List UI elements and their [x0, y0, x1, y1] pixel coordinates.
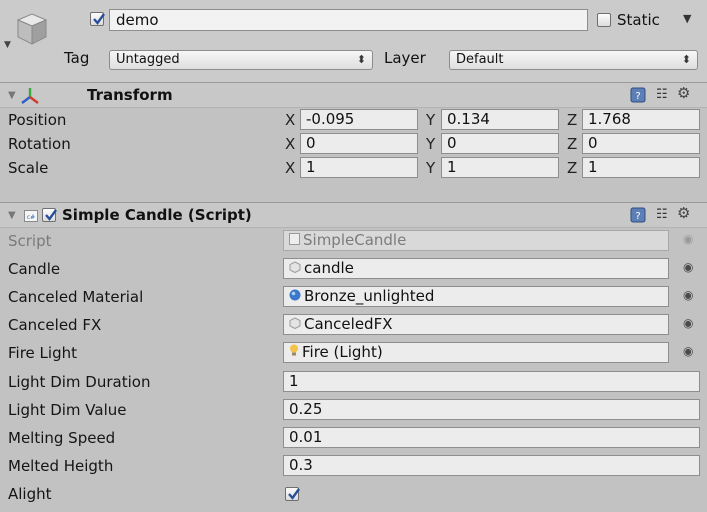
- prefab-icon: [289, 315, 301, 334]
- canceled-material-field[interactable]: Bronze_unlighted: [283, 286, 669, 307]
- light-dim-value-label: Light Dim Value: [8, 401, 127, 419]
- object-picker-icon[interactable]: ◉: [683, 344, 693, 358]
- light-dim-value-field[interactable]: 0.25: [283, 399, 700, 420]
- transform-header[interactable]: ▼ Transform ? ☷ ⚙: [0, 82, 707, 108]
- help-book-icon[interactable]: ?: [630, 207, 646, 227]
- rotation-x-field[interactable]: 0: [300, 133, 418, 154]
- script-value: SimpleCandle: [303, 231, 407, 249]
- canceled-material-label: Canceled Material: [8, 288, 144, 306]
- position-label: Position: [8, 111, 67, 129]
- rotation-y-field[interactable]: 0: [441, 133, 559, 154]
- scale-y-axis: Y: [426, 159, 436, 177]
- prefab-icon: [289, 259, 301, 278]
- position-y-axis: Y: [426, 111, 436, 129]
- position-y-field[interactable]: 0.134: [441, 109, 559, 130]
- svg-text:c#: c#: [27, 214, 35, 221]
- svg-text:?: ?: [635, 211, 640, 222]
- icon-dropdown-arrow-icon[interactable]: ▼: [4, 40, 11, 50]
- alight-checkbox[interactable]: [285, 487, 300, 501]
- presets-icon[interactable]: ☷: [656, 87, 668, 102]
- candle-value: candle: [304, 259, 354, 277]
- static-dropdown-arrow-icon[interactable]: ▼: [683, 12, 691, 25]
- gameobject-cube-icon: [16, 12, 48, 46]
- svg-text:?: ?: [635, 91, 640, 102]
- foldout-arrow-icon[interactable]: ▼: [8, 210, 16, 221]
- static-checkbox[interactable]: [597, 13, 611, 27]
- help-book-icon[interactable]: ?: [630, 87, 646, 107]
- script-label: Script: [8, 232, 52, 250]
- fire-light-label: Fire Light: [8, 344, 77, 362]
- scale-x-field[interactable]: 1: [300, 157, 418, 178]
- presets-icon[interactable]: ☷: [656, 207, 668, 222]
- canceled-material-value: Bronze_unlighted: [304, 287, 435, 305]
- canceled-fx-field[interactable]: CanceledFX: [283, 314, 669, 335]
- position-x-axis: X: [285, 111, 296, 129]
- transform-title: Transform: [87, 86, 173, 104]
- updown-arrow-icon: ⬍: [356, 53, 366, 66]
- light-bulb-icon: [289, 343, 299, 362]
- melted-heigth-label: Melted Heigth: [8, 457, 114, 475]
- foldout-arrow-icon[interactable]: ▼: [8, 90, 16, 101]
- candle-field[interactable]: candle: [283, 258, 669, 279]
- fire-light-value: Fire (Light): [302, 343, 383, 361]
- static-label: Static: [617, 11, 660, 29]
- component-enabled-checkbox[interactable]: [42, 208, 57, 222]
- object-picker-icon[interactable]: ◉: [683, 288, 693, 302]
- rotation-x-axis: X: [285, 135, 296, 153]
- material-sphere-icon: [289, 287, 301, 306]
- position-z-axis: Z: [567, 111, 578, 129]
- tag-label: Tag: [64, 49, 90, 67]
- fire-light-field[interactable]: Fire (Light): [283, 342, 669, 363]
- rotation-z-field[interactable]: 0: [582, 133, 700, 154]
- alight-label: Alight: [8, 485, 52, 503]
- gameobject-name-field[interactable]: demo: [109, 9, 588, 31]
- object-picker-icon[interactable]: ◉: [683, 260, 693, 274]
- light-dim-duration-field[interactable]: 1: [283, 371, 700, 392]
- script-component-title: Simple Candle (Script): [62, 206, 252, 224]
- rotation-y-axis: Y: [426, 135, 436, 153]
- position-x-field[interactable]: -0.095: [300, 109, 418, 130]
- updown-arrow-icon: ⬍: [681, 53, 691, 66]
- position-z-field[interactable]: 1.768: [582, 109, 700, 130]
- transform-axes-icon: [20, 86, 40, 110]
- gameobject-header: ▼ demo Static ▼ Tag Untagged ⬍ Layer Def…: [0, 0, 707, 82]
- rotation-label: Rotation: [8, 135, 71, 153]
- tag-dropdown[interactable]: Untagged ⬍: [109, 50, 373, 70]
- candle-label: Candle: [8, 260, 61, 278]
- active-checkbox[interactable]: [90, 12, 105, 26]
- scale-label: Scale: [8, 159, 49, 177]
- rotation-z-axis: Z: [567, 135, 578, 153]
- settings-gear-icon[interactable]: ⚙: [677, 84, 690, 102]
- object-picker-icon: ◉: [683, 232, 694, 246]
- object-picker-icon[interactable]: ◉: [683, 316, 693, 330]
- csharp-script-icon: c#: [24, 209, 38, 227]
- script-file-icon: [289, 231, 300, 250]
- script-field: SimpleCandle: [283, 230, 669, 251]
- canceled-fx-value: CanceledFX: [304, 315, 393, 333]
- layer-dropdown[interactable]: Default ⬍: [449, 50, 698, 70]
- settings-gear-icon[interactable]: ⚙: [677, 204, 690, 222]
- script-component-header[interactable]: ▼ c# Simple Candle (Script) ? ☷ ⚙: [0, 202, 707, 228]
- layer-label: Layer: [384, 49, 426, 67]
- scale-y-field[interactable]: 1: [441, 157, 559, 178]
- layer-value: Default: [456, 52, 504, 67]
- melted-heigth-field[interactable]: 0.3: [283, 455, 700, 476]
- scale-z-axis: Z: [567, 159, 578, 177]
- light-dim-duration-label: Light Dim Duration: [8, 373, 151, 391]
- scale-z-field[interactable]: 1: [582, 157, 700, 178]
- tag-value: Untagged: [116, 52, 180, 67]
- melting-speed-label: Melting Speed: [8, 429, 116, 447]
- scale-x-axis: X: [285, 159, 296, 177]
- melting-speed-field[interactable]: 0.01: [283, 427, 700, 448]
- canceled-fx-label: Canceled FX: [8, 316, 102, 334]
